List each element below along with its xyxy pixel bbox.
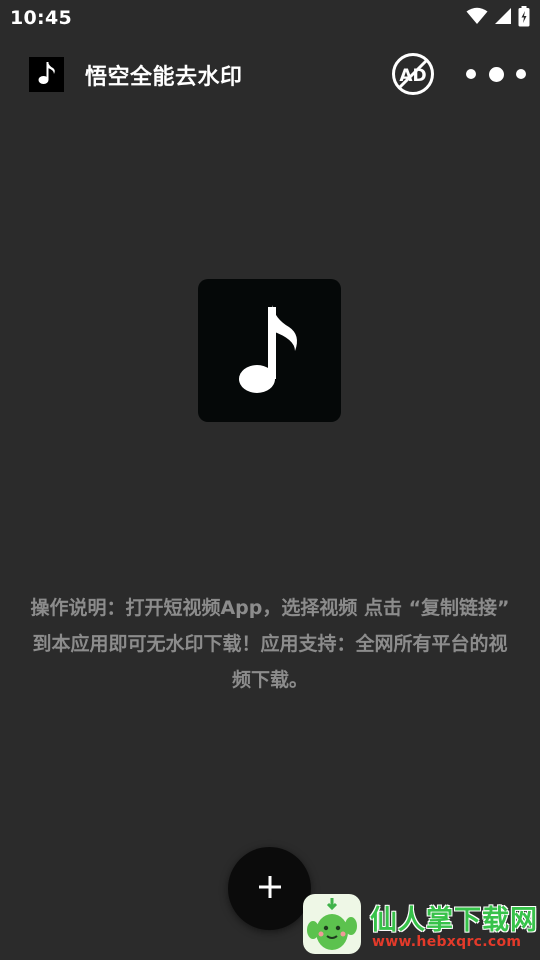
- wifi-icon: [466, 7, 488, 29]
- plus-icon: [258, 875, 282, 903]
- signal-icon: [494, 7, 512, 29]
- status-time: 10:45: [10, 7, 72, 29]
- app-logo: [29, 57, 64, 92]
- status-bar: 10:45: [0, 0, 540, 38]
- instructions-text: 操作说明：打开短视频App，选择视频 点击 “复制链接” 到本应用即可无水印下载…: [30, 597, 510, 691]
- app-title: 悟空全能去水印: [85, 65, 243, 90]
- watermark-title: 仙人掌下载网: [370, 905, 538, 936]
- app-bar: 悟空全能去水印 AD: [0, 44, 540, 104]
- more-dot: [516, 69, 526, 79]
- no-ad-button[interactable]: AD: [391, 52, 435, 96]
- cactus-logo: [303, 894, 361, 954]
- watermark: 仙人掌下载网 www.hebxqrc.com: [300, 890, 540, 960]
- center-logo: [198, 279, 341, 422]
- status-icons: [466, 5, 530, 31]
- add-button[interactable]: [228, 847, 311, 930]
- music-note-icon: [37, 60, 57, 90]
- battery-icon: [518, 5, 530, 31]
- music-note-icon: [235, 299, 305, 403]
- more-dot: [488, 66, 504, 82]
- more-dots-icon[interactable]: [466, 61, 526, 87]
- watermark-url: www.hebxqrc.com: [372, 934, 522, 950]
- more-dot: [466, 69, 476, 79]
